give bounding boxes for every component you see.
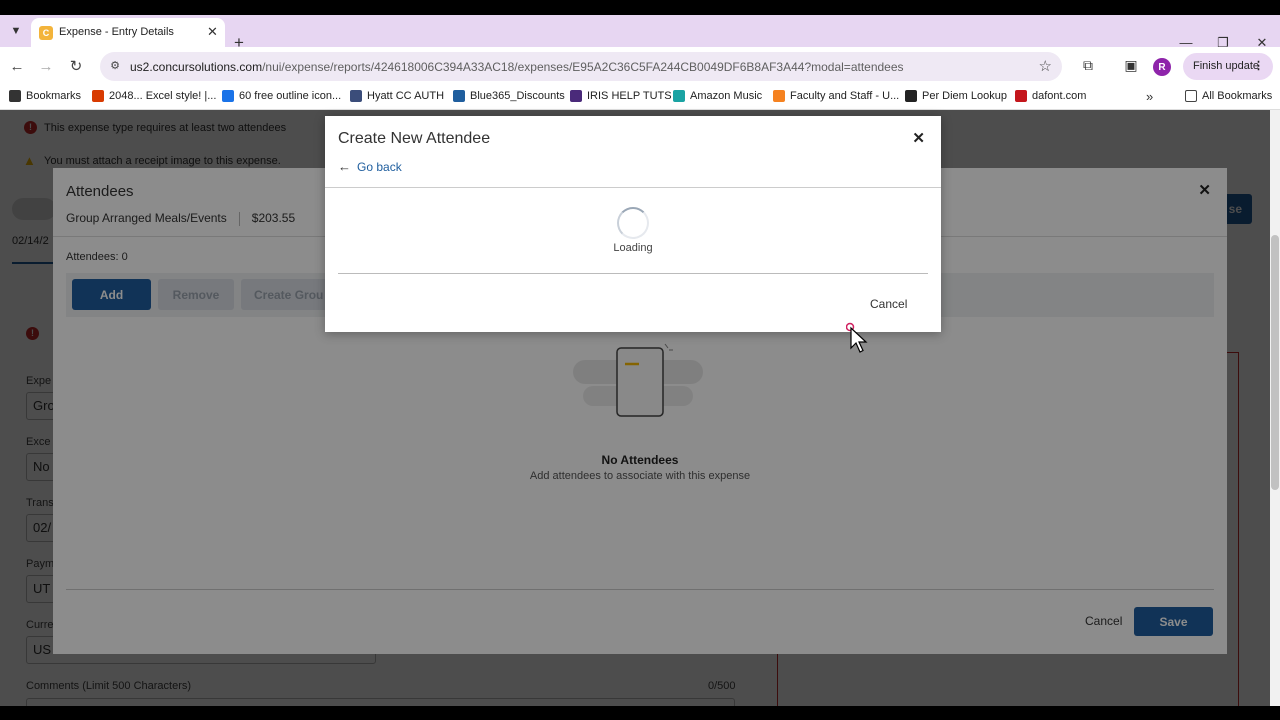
browser-tab[interactable]: C Expense - Entry Details ✕ xyxy=(31,18,225,47)
bookmark-label: dafont.com xyxy=(1032,90,1087,102)
page-scrollbar[interactable] xyxy=(1270,110,1280,720)
mouse-cursor-icon xyxy=(846,322,868,353)
top-frame xyxy=(0,0,1280,15)
go-back-label: Go back xyxy=(357,159,402,174)
browser-toolbar: ← → ↻ ⚙ us2.concursolutions.com/nui/expe… xyxy=(0,47,1280,86)
url-host: us2.concursolutions.com xyxy=(130,60,263,74)
finish-update-button[interactable]: Finish update ⋮ xyxy=(1183,53,1273,80)
office-icon xyxy=(92,90,104,102)
url-path: /nui/expense/reports/424618006C394A33AC1… xyxy=(262,60,904,74)
bookmark-item[interactable]: Amazon Music xyxy=(673,90,762,102)
back-arrow-icon: ← xyxy=(338,159,351,174)
create-attendee-header-divider xyxy=(325,187,941,188)
all-bookmarks-label: All Bookmarks xyxy=(1202,90,1273,102)
dafont-icon xyxy=(1015,90,1027,102)
bookmark-label: Amazon Music xyxy=(690,90,763,102)
blue365-icon xyxy=(453,90,465,102)
globe-icon xyxy=(222,90,234,102)
bookmark-item[interactable]: Bookmarks xyxy=(9,90,81,102)
bookmark-item[interactable]: Per Diem Lookup xyxy=(905,90,1007,102)
scrollbar-thumb[interactable] xyxy=(1271,235,1279,490)
hyatt-icon xyxy=(350,90,362,102)
bookmark-label: 60 free outline icon... xyxy=(239,90,342,102)
loading-spinner-icon xyxy=(617,207,649,239)
bookmark-item[interactable]: IRIS HELP TUTS xyxy=(570,90,672,102)
more-menu-icon[interactable]: ⋮ xyxy=(1253,53,1264,80)
bookmark-label: Hyatt CC AUTH xyxy=(367,90,445,102)
extensions-icon[interactable]: ⧉ xyxy=(1078,57,1098,74)
tab-search-dropdown-icon[interactable]: ▼ xyxy=(6,21,26,41)
bookmark-item[interactable]: Faculty and Staff - U... xyxy=(773,90,899,102)
reload-icon[interactable]: ↻ xyxy=(66,57,86,77)
side-panel-icon[interactable]: ▣ xyxy=(1121,57,1141,74)
bookmark-label: Faculty and Staff - U... xyxy=(790,90,900,102)
tab-close-icon[interactable]: ✕ xyxy=(207,24,218,40)
bookmark-label: Per Diem Lookup xyxy=(922,90,1007,102)
profile-avatar[interactable]: R xyxy=(1153,58,1171,76)
create-attendee-footer-divider xyxy=(338,273,928,274)
bottom-frame xyxy=(0,706,1280,720)
bookmark-item[interactable]: 60 free outline icon... xyxy=(222,90,341,102)
folder-icon xyxy=(1185,90,1197,102)
ut-icon xyxy=(773,90,785,102)
address-bar[interactable]: ⚙ us2.concursolutions.com/nui/expense/re… xyxy=(100,52,1062,81)
globe-dark-icon xyxy=(905,90,917,102)
bookmark-label: Blue365_Discounts xyxy=(470,90,565,102)
create-attendee-cancel-button[interactable]: Cancel xyxy=(870,297,907,311)
bookmark-item[interactable]: Blue365_Discounts xyxy=(453,90,565,102)
bookmark-label: IRIS HELP TUTS xyxy=(587,90,672,102)
finish-update-label: Finish update xyxy=(1193,60,1260,72)
bookmark-item[interactable]: 2048... Excel style! |... xyxy=(92,90,216,102)
bookmark-star-icon[interactable]: ☆ xyxy=(1039,57,1052,75)
bookmark-item[interactable]: Hyatt CC AUTH xyxy=(350,90,444,102)
go-back-link[interactable]: ← Go back xyxy=(338,159,402,174)
create-attendee-dialog: Create New Attendee ✕ ← Go back Loading C… xyxy=(325,116,941,332)
forward-icon[interactable]: → xyxy=(36,57,56,77)
url-text[interactable]: us2.concursolutions.com/nui/expense/repo… xyxy=(130,60,904,74)
bookmark-label: Bookmarks xyxy=(26,90,82,102)
tab-strip: ▼ C Expense - Entry Details ✕ + — ❐ ✕ xyxy=(0,15,1280,51)
star-icon xyxy=(9,90,21,102)
create-attendee-title: Create New Attendee xyxy=(338,130,491,147)
bookmarks-bar: » All Bookmarks Bookmarks 2048... Excel s… xyxy=(0,86,1280,110)
site-info-icon[interactable]: ⚙ xyxy=(108,59,122,73)
create-attendee-close-icon[interactable]: ✕ xyxy=(912,129,925,147)
bookmark-label: 2048... Excel style! |... xyxy=(109,90,217,102)
play-icon xyxy=(570,90,582,102)
loading-text: Loading xyxy=(613,242,653,254)
back-icon[interactable]: ← xyxy=(7,57,27,77)
all-bookmarks-button[interactable]: All Bookmarks xyxy=(1185,90,1272,102)
tab-title: Expense - Entry Details xyxy=(59,26,174,38)
concur-favicon-icon: C xyxy=(39,26,53,40)
more-bookmarks-icon[interactable]: » xyxy=(1146,89,1153,104)
music-icon xyxy=(673,90,685,102)
bookmark-item[interactable]: dafont.com xyxy=(1015,90,1086,102)
